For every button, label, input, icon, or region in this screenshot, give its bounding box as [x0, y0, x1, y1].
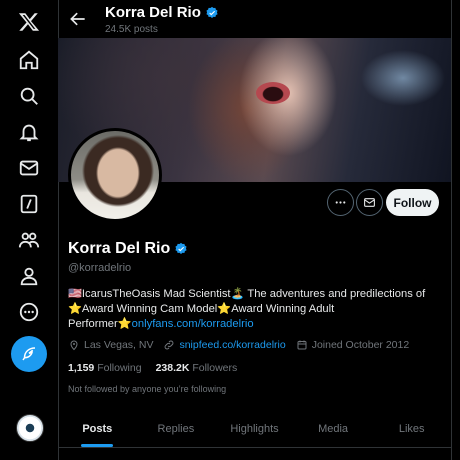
- verified-badge-icon[interactable]: [174, 242, 188, 256]
- profile-icon[interactable]: [17, 264, 41, 288]
- location-pin-icon: [70, 340, 78, 351]
- header-title: Korra Del Rio: [105, 4, 219, 21]
- followers-stat[interactable]: 238.2K Followers: [156, 362, 238, 374]
- profile-tabs: Posts Replies Highlights Media Likes: [58, 410, 451, 448]
- x-logo-icon[interactable]: [17, 10, 41, 34]
- tab-likes[interactable]: Likes: [372, 410, 451, 447]
- calendar-icon: [297, 340, 307, 350]
- follow-button[interactable]: Follow: [386, 189, 439, 216]
- profile-name: Korra Del Rio: [68, 240, 188, 258]
- more-options-button[interactable]: [327, 189, 354, 216]
- following-label: Following: [97, 362, 142, 374]
- profile-avatar[interactable]: [68, 128, 162, 222]
- followers-count: 238.2K: [155, 362, 190, 374]
- profile-bio: 🇺🇸IcarusTheOasis Mad Scientist🏝️ The adv…: [68, 287, 443, 332]
- followers-label: Followers: [192, 362, 238, 374]
- header-name: Korra Del Rio: [105, 4, 201, 21]
- communities-icon[interactable]: [17, 228, 41, 252]
- verified-badge-icon: [205, 6, 219, 20]
- explore-icon[interactable]: [17, 84, 41, 108]
- message-button[interactable]: [356, 189, 383, 216]
- website-link[interactable]: snipfeed.co/korradelrio: [179, 339, 285, 351]
- tab-highlights[interactable]: Highlights: [215, 410, 294, 447]
- message-icon: [364, 198, 375, 207]
- notifications-icon[interactable]: [17, 120, 41, 144]
- website-item[interactable]: snipfeed.co/korradelrio: [163, 339, 286, 351]
- grok-icon[interactable]: [17, 192, 41, 216]
- column-divider-right: [451, 0, 452, 460]
- messages-icon[interactable]: [17, 156, 41, 180]
- more-horizontal-icon: [335, 201, 346, 204]
- account-avatar[interactable]: [16, 414, 44, 442]
- profile-handle: @korradelrio: [68, 262, 132, 274]
- joined-text: Joined October 2012: [311, 339, 410, 351]
- profile-header-bar: Korra Del Rio 24.5K posts: [58, 0, 451, 38]
- header-post-count: 24.5K posts: [105, 24, 158, 35]
- location-text: Las Vegas, NV: [84, 339, 154, 351]
- bio-link[interactable]: onlyfans.com/korradelrio: [132, 318, 254, 330]
- tab-replies[interactable]: Replies: [137, 410, 216, 447]
- following-count: 1,159: [68, 362, 95, 374]
- left-nav: [0, 0, 58, 460]
- link-icon: [165, 340, 174, 350]
- following-stat[interactable]: 1,159 Following: [68, 362, 142, 374]
- profile-meta: Las Vegas, NV snipfeed.co/korradelrio Jo…: [68, 339, 419, 351]
- more-icon[interactable]: [17, 300, 41, 324]
- profile-column: Korra Del Rio 24.5K posts Follow Korra D…: [58, 0, 451, 460]
- profile-display-name: Korra Del Rio: [68, 240, 171, 257]
- not-followed-notice: Not followed by anyone you’re following: [68, 384, 227, 394]
- post-button[interactable]: [11, 336, 47, 372]
- feather-icon: [22, 347, 36, 361]
- banner-detail: [256, 82, 290, 104]
- profile-stats: 1,159 Following 238.2K Followers: [68, 362, 237, 374]
- back-arrow-icon[interactable]: [68, 9, 88, 29]
- location-item: Las Vegas, NV: [68, 339, 153, 351]
- joined-item: Joined October 2012: [296, 339, 409, 351]
- tab-media[interactable]: Media: [294, 410, 373, 447]
- home-icon[interactable]: [17, 48, 41, 72]
- tab-posts[interactable]: Posts: [58, 410, 137, 447]
